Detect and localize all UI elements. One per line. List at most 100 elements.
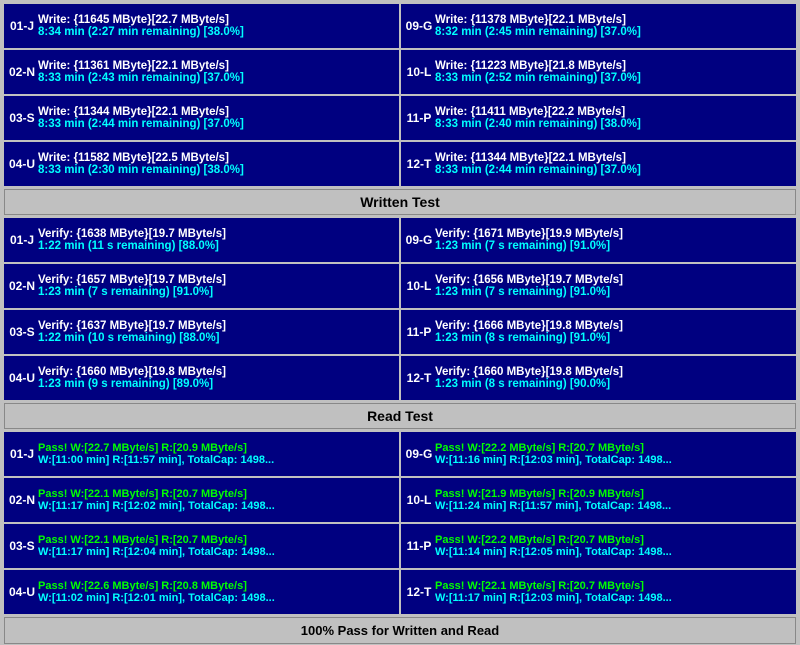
cell-label: 10-L: [405, 480, 433, 520]
cell-content: Verify: {1638 MByte}[19.7 MByte/s] 1:22 …: [36, 220, 395, 260]
cell-12-t-right: 12-T Pass! W:[22.1 MByte/s] R:[20.7 MByt…: [401, 570, 796, 614]
cell-content: Pass! W:[22.1 MByte/s] R:[20.7 MByte/s] …: [433, 572, 792, 612]
cell-03-s: 03-S Pass! W:[22.1 MByte/s] R:[20.7 MByt…: [4, 524, 399, 568]
cell-line2: W:[11:17 min] R:[12:03 min], TotalCap: 1…: [435, 592, 792, 604]
cell-label: 03-S: [8, 312, 36, 352]
cell-label: 01-J: [8, 220, 36, 260]
cell-label: 12-T: [405, 144, 433, 184]
cell-line1: Pass! W:[22.2 MByte/s] R:[20.7 MByte/s]: [435, 442, 792, 454]
cell-label: 10-L: [405, 52, 433, 92]
cell-label: 01-J: [8, 6, 36, 46]
cell-content: Verify: {1656 MByte}[19.7 MByte/s] 1:23 …: [433, 266, 792, 306]
cell-content: Write: {11582 MByte}[22.5 MByte/s] 8:33 …: [36, 144, 395, 184]
cell-line2: W:[11:00 min] R:[11:57 min], TotalCap: 1…: [38, 454, 395, 466]
cell-line2: 1:23 min (9 s remaining) [89.0%]: [38, 378, 395, 390]
cell-line1: Verify: {1666 MByte}[19.8 MByte/s]: [435, 320, 792, 332]
cell-content: Pass! W:[22.7 MByte/s] R:[20.9 MByte/s] …: [36, 434, 395, 474]
write-section: 01-J Write: {11645 MByte}[22.7 MByte/s] …: [4, 4, 796, 186]
cell-label: 02-N: [8, 266, 36, 306]
cell-line1: Pass! W:[22.2 MByte/s] R:[20.7 MByte/s]: [435, 534, 792, 546]
cell-label: 04-U: [8, 572, 36, 612]
cell-line1: Pass! W:[22.7 MByte/s] R:[20.9 MByte/s]: [38, 442, 395, 454]
cell-content: Write: {11361 MByte}[22.1 MByte/s] 8:33 …: [36, 52, 395, 92]
cell-label: 04-U: [8, 358, 36, 398]
cell-content: Verify: {1637 MByte}[19.7 MByte/s] 1:22 …: [36, 312, 395, 352]
cell-line2: W:[11:24 min] R:[11:57 min], TotalCap: 1…: [435, 500, 792, 512]
cell-line2: 1:23 min (7 s remaining) [91.0%]: [435, 286, 792, 298]
cell-line1: Verify: {1671 MByte}[19.9 MByte/s]: [435, 228, 792, 240]
cell-01-j: 01-J Verify: {1638 MByte}[19.7 MByte/s] …: [4, 218, 399, 262]
cell-content: Verify: {1671 MByte}[19.9 MByte/s] 1:23 …: [433, 220, 792, 260]
written-test-header: Written Test: [4, 189, 796, 215]
cell-line1: Pass! W:[22.6 MByte/s] R:[20.8 MByte/s]: [38, 580, 395, 592]
cell-line2: 8:33 min (2:30 min remaining) [38.0%]: [38, 164, 395, 176]
cell-line2: 1:22 min (11 s remaining) [88.0%]: [38, 240, 395, 252]
cell-02-n: 02-N Verify: {1657 MByte}[19.7 MByte/s] …: [4, 264, 399, 308]
cell-line2: 1:22 min (10 s remaining) [88.0%]: [38, 332, 395, 344]
cell-content: Pass! W:[22.1 MByte/s] R:[20.7 MByte/s] …: [36, 526, 395, 566]
cell-01-j: 01-J Pass! W:[22.7 MByte/s] R:[20.9 MByt…: [4, 432, 399, 476]
cell-line2: W:[11:14 min] R:[12:05 min], TotalCap: 1…: [435, 546, 792, 558]
cell-content: Pass! W:[21.9 MByte/s] R:[20.9 MByte/s] …: [433, 480, 792, 520]
cell-content: Pass! W:[22.2 MByte/s] R:[20.7 MByte/s] …: [433, 526, 792, 566]
cell-label: 09-G: [405, 6, 433, 46]
cell-line2: 1:23 min (7 s remaining) [91.0%]: [38, 286, 395, 298]
cell-content: Verify: {1660 MByte}[19.8 MByte/s] 1:23 …: [433, 358, 792, 398]
cell-label: 09-G: [405, 434, 433, 474]
cell-content: Pass! W:[22.1 MByte/s] R:[20.7 MByte/s] …: [36, 480, 395, 520]
cell-content: Write: {11223 MByte}[21.8 MByte/s] 8:33 …: [433, 52, 792, 92]
cell-label: 11-P: [405, 526, 433, 566]
cell-10-l-right: 10-L Write: {11223 MByte}[21.8 MByte/s] …: [401, 50, 796, 94]
cell-line1: Pass! W:[22.1 MByte/s] R:[20.7 MByte/s]: [435, 580, 792, 592]
cell-line1: Write: {11378 MByte}[22.1 MByte/s]: [435, 14, 792, 26]
cell-09-g-right: 09-G Write: {11378 MByte}[22.1 MByte/s] …: [401, 4, 796, 48]
cell-line2: 1:23 min (8 s remaining) [90.0%]: [435, 378, 792, 390]
cell-12-t-right: 12-T Write: {11344 MByte}[22.1 MByte/s] …: [401, 142, 796, 186]
cell-label: 04-U: [8, 144, 36, 184]
cell-content: Write: {11344 MByte}[22.1 MByte/s] 8:33 …: [36, 98, 395, 138]
cell-11-p-right: 11-P Pass! W:[22.2 MByte/s] R:[20.7 MByt…: [401, 524, 796, 568]
cell-12-t-right: 12-T Verify: {1660 MByte}[19.8 MByte/s] …: [401, 356, 796, 400]
cell-line2: 1:23 min (7 s remaining) [91.0%]: [435, 240, 792, 252]
cell-line1: Verify: {1638 MByte}[19.7 MByte/s]: [38, 228, 395, 240]
cell-content: Verify: {1657 MByte}[19.7 MByte/s] 1:23 …: [36, 266, 395, 306]
cell-line1: Pass! W:[21.9 MByte/s] R:[20.9 MByte/s]: [435, 488, 792, 500]
cell-line2: 8:32 min (2:45 min remaining) [37.0%]: [435, 26, 792, 38]
cell-line1: Write: {11645 MByte}[22.7 MByte/s]: [38, 14, 395, 26]
cell-line1: Verify: {1637 MByte}[19.7 MByte/s]: [38, 320, 395, 332]
pass-section: 01-J Pass! W:[22.7 MByte/s] R:[20.9 MByt…: [4, 432, 796, 614]
cell-11-p-right: 11-P Verify: {1666 MByte}[19.8 MByte/s] …: [401, 310, 796, 354]
cell-line2: 1:23 min (8 s remaining) [91.0%]: [435, 332, 792, 344]
cell-content: Pass! W:[22.2 MByte/s] R:[20.7 MByte/s] …: [433, 434, 792, 474]
cell-label: 02-N: [8, 480, 36, 520]
cell-label: 03-S: [8, 98, 36, 138]
cell-line2: W:[11:02 min] R:[12:01 min], TotalCap: 1…: [38, 592, 395, 604]
cell-line1: Write: {11582 MByte}[22.5 MByte/s]: [38, 152, 395, 164]
cell-01-j: 01-J Write: {11645 MByte}[22.7 MByte/s] …: [4, 4, 399, 48]
cell-line1: Verify: {1657 MByte}[19.7 MByte/s]: [38, 274, 395, 286]
footer-status: 100% Pass for Written and Read: [4, 617, 796, 644]
cell-line2: 8:33 min (2:44 min remaining) [37.0%]: [435, 164, 792, 176]
cell-content: Write: {11411 MByte}[22.2 MByte/s] 8:33 …: [433, 98, 792, 138]
cell-content: Write: {11344 MByte}[22.1 MByte/s] 8:33 …: [433, 144, 792, 184]
main-container: 01-J Write: {11645 MByte}[22.7 MByte/s] …: [0, 0, 800, 645]
cell-03-s: 03-S Verify: {1637 MByte}[19.7 MByte/s] …: [4, 310, 399, 354]
cell-line1: Write: {11344 MByte}[22.1 MByte/s]: [38, 106, 395, 118]
cell-label: 11-P: [405, 98, 433, 138]
cell-line1: Verify: {1660 MByte}[19.8 MByte/s]: [38, 366, 395, 378]
cell-label: 09-G: [405, 220, 433, 260]
cell-line2: 8:33 min (2:52 min remaining) [37.0%]: [435, 72, 792, 84]
cell-line2: 8:33 min (2:43 min remaining) [37.0%]: [38, 72, 395, 84]
cell-label: 12-T: [405, 358, 433, 398]
read-test-header: Read Test: [4, 403, 796, 429]
cell-line2: W:[11:16 min] R:[12:03 min], TotalCap: 1…: [435, 454, 792, 466]
cell-line2: 8:33 min (2:44 min remaining) [37.0%]: [38, 118, 395, 130]
cell-line1: Pass! W:[22.1 MByte/s] R:[20.7 MByte/s]: [38, 488, 395, 500]
cell-line2: 8:33 min (2:40 min remaining) [38.0%]: [435, 118, 792, 130]
cell-label: 10-L: [405, 266, 433, 306]
cell-line2: W:[11:17 min] R:[12:04 min], TotalCap: 1…: [38, 546, 395, 558]
cell-line1: Write: {11344 MByte}[22.1 MByte/s]: [435, 152, 792, 164]
cell-10-l-right: 10-L Pass! W:[21.9 MByte/s] R:[20.9 MByt…: [401, 478, 796, 522]
cell-label: 11-P: [405, 312, 433, 352]
cell-line1: Write: {11361 MByte}[22.1 MByte/s]: [38, 60, 395, 72]
